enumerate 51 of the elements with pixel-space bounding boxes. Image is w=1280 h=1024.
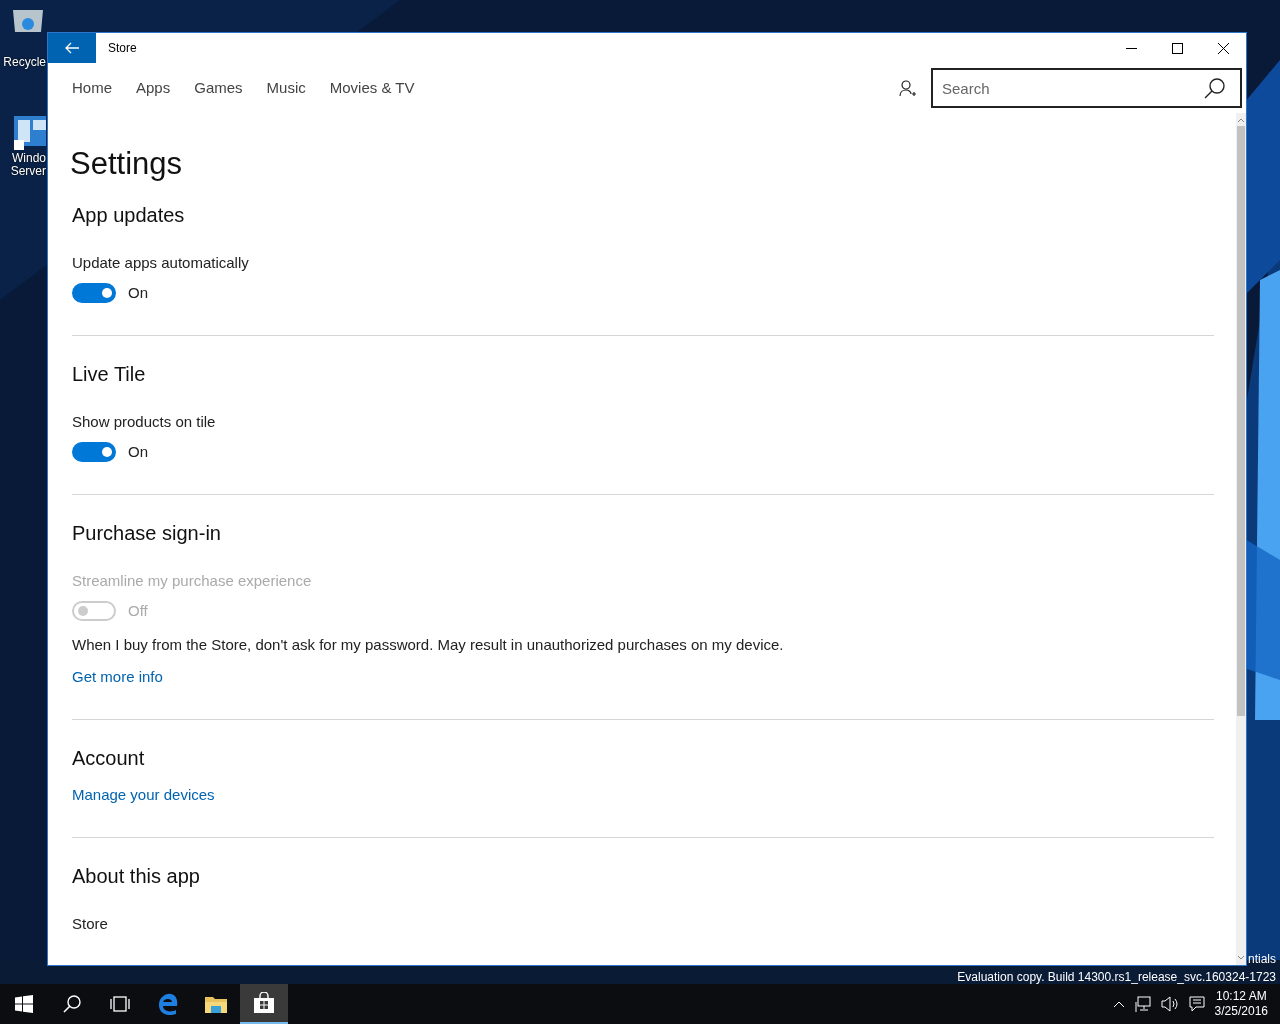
scroll-up-icon[interactable] (1237, 116, 1245, 124)
recycle-bin-icon[interactable] (10, 8, 46, 32)
nav-link-item[interactable]: Games (194, 76, 243, 100)
shopping-bag-icon (253, 992, 275, 1014)
nav-link-item[interactable]: Home (72, 76, 112, 100)
nav-link-item[interactable]: Movies & TV (329, 76, 415, 100)
toggle-state: On (128, 442, 148, 462)
desktop-text: ntials (1248, 951, 1276, 968)
scrollbar[interactable] (1236, 113, 1246, 965)
shortcut-label[interactable]: Recycle (3, 56, 46, 69)
shortcut-label[interactable]: Server (10, 165, 46, 178)
description-text: When I buy from the Store, don't ask for my password. May result in unauthorized purchases on my device. (72, 635, 785, 655)
page-title: Settings (70, 145, 183, 183)
nav-link-item[interactable]: Music (266, 76, 306, 100)
evaluation-text: Evaluation copy. Build 14300.rs1_release_svc.160324-1723 (957, 969, 1276, 986)
section-heading: Account (72, 746, 146, 771)
section-heading: About this app (72, 864, 201, 889)
setting-label: Update apps automatically (72, 253, 250, 273)
search-icon[interactable] (1204, 77, 1226, 99)
section-heading: App updates (72, 203, 186, 228)
back-button[interactable] (48, 33, 96, 63)
shortcut-label[interactable]: Windo (12, 152, 46, 165)
section-heading: Live Tile (72, 362, 147, 387)
folder-icon (204, 994, 228, 1014)
task-view-icon (109, 996, 131, 1012)
search-icon (63, 995, 81, 1013)
speaker-icon[interactable] (1160, 996, 1179, 1012)
store-button[interactable] (240, 984, 288, 1024)
toggle-state: Off (128, 601, 148, 621)
toggle-switch[interactable] (72, 283, 116, 303)
description-text: Store (72, 914, 109, 934)
message-icon[interactable] (1188, 996, 1205, 1012)
window-title: Store (108, 40, 137, 57)
section-heading: Purchase sign-in (72, 521, 222, 546)
search-field[interactable]: Search (931, 68, 1242, 108)
scroll-down-icon[interactable] (1237, 954, 1245, 962)
nav-link-item[interactable]: Apps (136, 76, 171, 100)
toggle-switch[interactable] (72, 442, 116, 462)
close-icon (1217, 42, 1229, 54)
windows-logo-icon (15, 995, 33, 1013)
network-icon[interactable] (1134, 996, 1151, 1012)
maximize-icon (1171, 42, 1183, 54)
setting-label: Show products on tile (72, 412, 217, 432)
link[interactable]: Manage your devices (72, 786, 215, 803)
chevron-up-icon[interactable] (1112, 1000, 1125, 1008)
link[interactable]: Get more info (72, 668, 163, 685)
toggle-state: On (128, 283, 148, 303)
setting-label: Streamline my purchase experience (72, 571, 313, 591)
browser-icon (157, 993, 179, 1015)
arrow-left-icon (65, 42, 79, 54)
clock[interactable]: 10:12 AM 3/25/2016 (1214, 989, 1268, 1019)
